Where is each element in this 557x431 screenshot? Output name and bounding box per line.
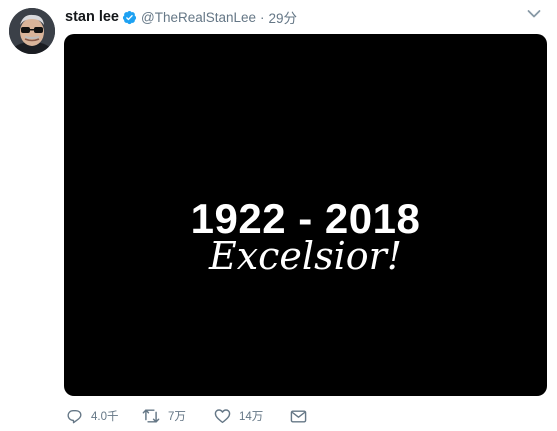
user-handle[interactable]: @TheRealStanLee bbox=[141, 10, 256, 25]
tweet-timestamp[interactable]: 29分 bbox=[269, 7, 298, 27]
heart-icon bbox=[214, 409, 231, 424]
envelope-icon bbox=[290, 409, 307, 423]
chevron-down-icon[interactable] bbox=[527, 9, 541, 19]
tweet-card: stan lee @TheRealStanLee · 29分 1922 - 20… bbox=[0, 0, 557, 431]
reply-icon bbox=[67, 410, 82, 424]
retweet-button[interactable]: 7万 bbox=[142, 408, 197, 424]
reply-count: 4.0千 bbox=[91, 411, 119, 423]
reply-button[interactable]: 4.0千 bbox=[66, 408, 128, 424]
retweet-icon bbox=[142, 409, 160, 423]
avatar[interactable] bbox=[9, 8, 55, 54]
tweet-header: stan lee @TheRealStanLee · 29分 bbox=[65, 7, 297, 27]
display-name[interactable]: stan lee bbox=[65, 9, 119, 25]
tweet-actions: 4.0千 7万 14万 bbox=[66, 405, 307, 427]
direct-message-button[interactable] bbox=[290, 409, 307, 424]
retweet-count: 7万 bbox=[168, 411, 186, 423]
like-count: 14万 bbox=[239, 411, 264, 423]
avatar-portrait-image bbox=[9, 8, 55, 54]
verified-badge-icon bbox=[122, 10, 137, 24]
media-motto-text: Excelsior! bbox=[208, 234, 403, 278]
like-button[interactable]: 14万 bbox=[214, 408, 272, 424]
header-separator: · bbox=[260, 9, 265, 25]
tweet-media-image[interactable]: 1922 - 2018 Excelsior! bbox=[64, 34, 547, 396]
